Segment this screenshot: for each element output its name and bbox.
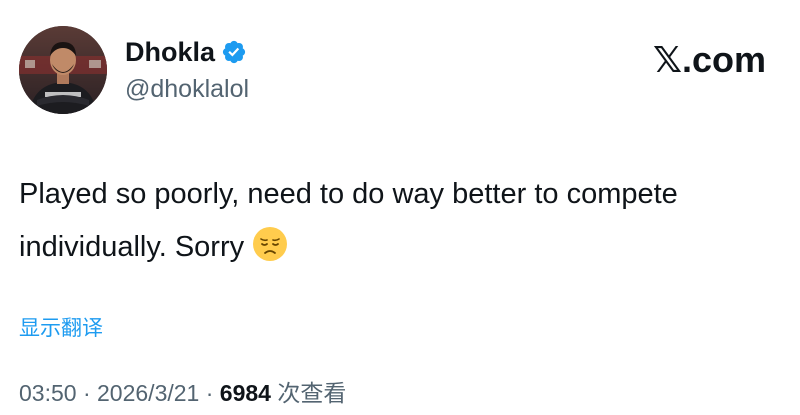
translate-link[interactable]: 显示翻译: [19, 315, 103, 343]
display-name[interactable]: Dhokla: [125, 36, 215, 68]
player-avatar-photo-icon: [19, 26, 107, 114]
views-label: 次查看: [277, 380, 347, 406]
views-count: 6984: [219, 380, 271, 406]
meta-separator: ·: [82, 380, 91, 406]
tweet-time[interactable]: 03:50: [19, 380, 77, 406]
tweet-meta: 03:50 · 2026/3/21 · 6984 次查看: [19, 378, 346, 408]
x-logo: 𝕏.com: [652, 39, 766, 80]
tweet-date[interactable]: 2026/3/21: [97, 380, 199, 406]
tweet-body: Played so poorly, need to do way better …: [19, 178, 678, 263]
author-name-row: Dhokla: [125, 36, 247, 68]
avatar[interactable]: [19, 26, 107, 114]
disappointed-face-icon: [253, 227, 288, 261]
tweet-text: Played so poorly, need to do way better …: [19, 168, 759, 274]
author-handle[interactable]: @dhoklalol: [125, 74, 249, 104]
verified-badge-icon: [222, 40, 246, 64]
meta-separator: ·: [205, 380, 214, 406]
